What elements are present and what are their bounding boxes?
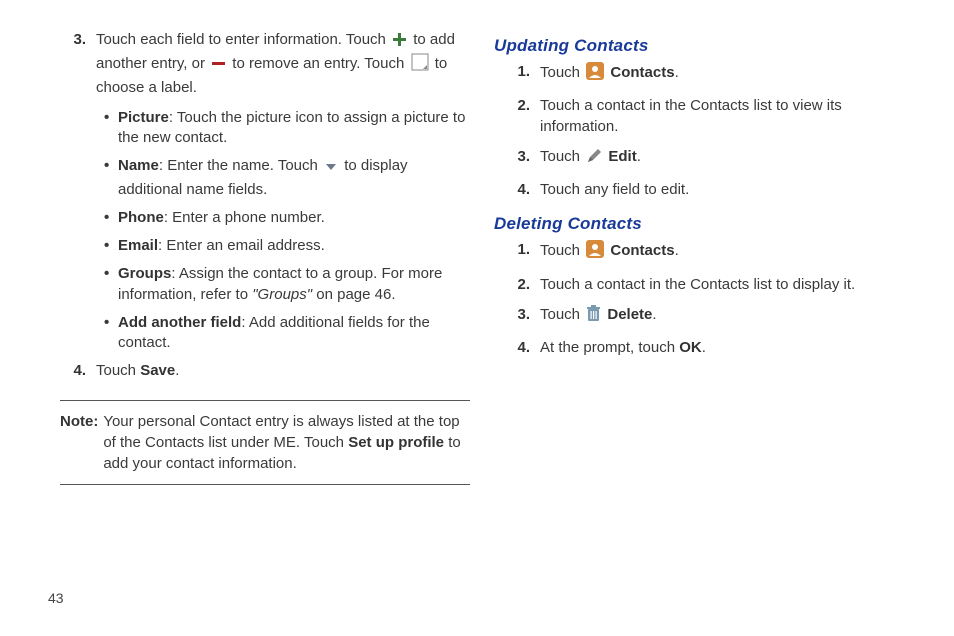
- groups-reference: "Groups": [252, 286, 312, 303]
- text: .: [637, 148, 641, 165]
- step-number: 3.: [504, 147, 540, 170]
- step-text: Touch a contact in the Contacts list to …: [540, 96, 904, 137]
- text: : Enter a phone number.: [164, 209, 325, 226]
- contacts-label: Contacts: [610, 242, 674, 259]
- text: .: [702, 339, 706, 356]
- pencil-icon: [586, 148, 602, 170]
- label-box-icon: [411, 53, 429, 77]
- update-step-1: 1. Touch Contacts.: [504, 62, 904, 86]
- bullet-phone: • Phone: Enter a phone number.: [96, 208, 470, 228]
- delete-step-1: 1. Touch Contacts.: [504, 240, 904, 264]
- heading-updating-contacts: Updating Contacts: [494, 36, 904, 56]
- text: Touch: [96, 362, 140, 379]
- step-4: 4. Touch Save.: [60, 361, 470, 381]
- delete-label: Delete: [607, 306, 652, 323]
- step-number: 4.: [60, 361, 96, 381]
- bullet-label: Name: [118, 157, 159, 174]
- update-step-3: 3. Touch Edit.: [504, 147, 904, 170]
- step-number: 4.: [504, 180, 540, 200]
- step-number: 3.: [504, 305, 540, 328]
- bullet-dot: •: [104, 156, 118, 200]
- heading-deleting-contacts: Deleting Contacts: [494, 214, 904, 234]
- note-label: Note:: [60, 411, 103, 474]
- trash-icon: [586, 305, 601, 328]
- bullet-picture: • Picture: Touch the picture icon to ass…: [96, 108, 470, 149]
- bullet-name: • Name: Enter the name. Touch to display…: [96, 156, 470, 200]
- text: .: [675, 242, 679, 259]
- text: : Enter the name. Touch: [159, 157, 322, 174]
- right-column: Updating Contacts 1. Touch Contacts. 2. …: [494, 30, 904, 616]
- text: on page 46.: [312, 286, 395, 303]
- page-number: 43: [48, 590, 64, 606]
- bullet-text: Groups: Assign the contact to a group. F…: [118, 264, 470, 305]
- bullet-text: Email: Enter an email address.: [118, 236, 470, 256]
- text: : Enter an email address.: [158, 237, 325, 254]
- step-text: Touch Save.: [96, 361, 470, 381]
- update-step-4: 4. Touch any field to edit.: [504, 180, 904, 200]
- plus-icon: [392, 32, 407, 53]
- text: : Touch the picture icon to assign a pic…: [118, 109, 465, 146]
- step-text: Touch Contacts.: [540, 62, 904, 86]
- step-number: 2.: [504, 96, 540, 137]
- chevron-down-icon: [324, 159, 338, 179]
- bullet-add-field: • Add another field: Add additional fiel…: [96, 313, 470, 354]
- bullet-text: Name: Enter the name. Touch to display a…: [118, 156, 470, 200]
- text: Touch: [540, 64, 584, 81]
- bullet-groups: • Groups: Assign the contact to a group.…: [96, 264, 470, 305]
- text: Touch each field to enter information. T…: [96, 31, 390, 48]
- text: .: [675, 64, 679, 81]
- contacts-icon: [586, 62, 604, 86]
- text: .: [652, 306, 656, 323]
- bullet-text: Picture: Touch the picture icon to assig…: [118, 108, 470, 149]
- text: At the prompt, touch: [540, 339, 679, 356]
- step-number: 4.: [504, 338, 540, 358]
- step-number: 1.: [504, 240, 540, 264]
- text: .: [175, 362, 179, 379]
- bullet-label: Groups: [118, 265, 171, 282]
- bullet-dot: •: [104, 208, 118, 228]
- setup-profile-label: Set up profile: [348, 434, 444, 451]
- ok-label: OK: [679, 339, 702, 356]
- bullet-label: Email: [118, 237, 158, 254]
- bullet-text: Phone: Enter a phone number.: [118, 208, 470, 228]
- delete-step-2: 2. Touch a contact in the Contacts list …: [504, 275, 904, 295]
- edit-label: Edit: [608, 148, 636, 165]
- step-number: 1.: [504, 62, 540, 86]
- bullet-dot: •: [104, 108, 118, 149]
- bullet-dot: •: [104, 313, 118, 354]
- step-text: Touch Contacts.: [540, 240, 904, 264]
- bullet-dot: •: [104, 264, 118, 305]
- note-text: Your personal Contact entry is always li…: [103, 411, 470, 474]
- step-text: Touch a contact in the Contacts list to …: [540, 275, 904, 295]
- bullet-text: Add another field: Add additional fields…: [118, 313, 470, 354]
- step-3: 3. Touch each field to enter information…: [60, 30, 470, 98]
- left-column: 3. Touch each field to enter information…: [60, 30, 470, 616]
- delete-step-3: 3. Touch Delete.: [504, 305, 904, 328]
- bullet-label: Picture: [118, 109, 169, 126]
- step-number: 2.: [504, 275, 540, 295]
- save-label: Save: [140, 362, 175, 379]
- bullet-dot: •: [104, 236, 118, 256]
- minus-icon: [211, 56, 226, 77]
- bullet-label: Phone: [118, 209, 164, 226]
- step-text: Touch Edit.: [540, 147, 904, 170]
- bullet-label: Add another field: [118, 314, 241, 331]
- step-text: At the prompt, touch OK.: [540, 338, 904, 358]
- update-step-2: 2. Touch a contact in the Contacts list …: [504, 96, 904, 137]
- text: Touch: [540, 148, 584, 165]
- contacts-label: Contacts: [610, 64, 674, 81]
- note-block: Note: Your personal Contact entry is alw…: [60, 400, 470, 485]
- step-text: Touch each field to enter information. T…: [96, 30, 470, 98]
- delete-step-4: 4. At the prompt, touch OK.: [504, 338, 904, 358]
- text: Touch: [540, 242, 584, 259]
- step-text: Touch Delete.: [540, 305, 904, 328]
- contacts-icon: [586, 240, 604, 264]
- text: to remove an entry. Touch: [232, 55, 408, 72]
- text: Touch: [540, 306, 584, 323]
- bullet-email: • Email: Enter an email address.: [96, 236, 470, 256]
- step-number: 3.: [60, 30, 96, 98]
- step-text: Touch any field to edit.: [540, 180, 904, 200]
